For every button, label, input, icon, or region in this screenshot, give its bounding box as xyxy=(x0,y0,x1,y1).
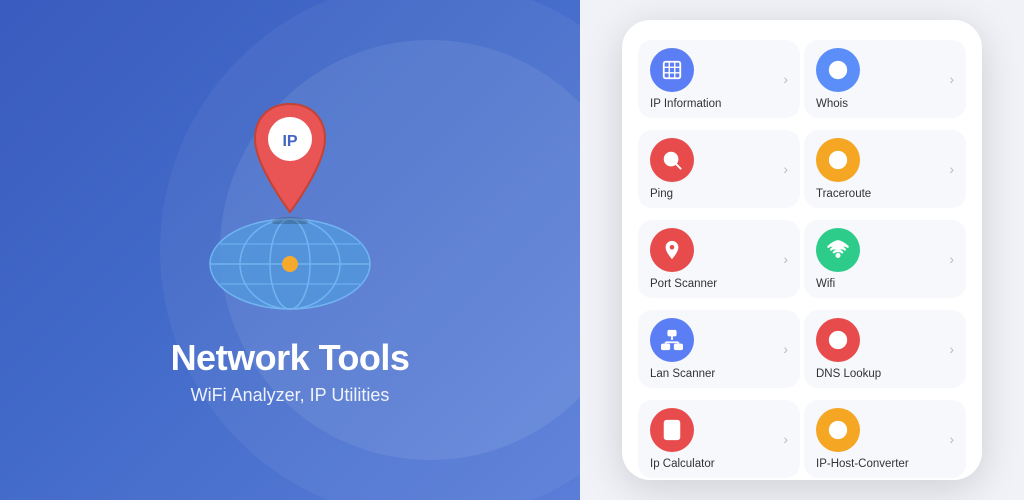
whois-chevron: › xyxy=(949,71,954,87)
ip-calculator-label: Ip Calculator xyxy=(650,458,715,470)
whois-icon xyxy=(816,48,860,92)
whois-label: Whois xyxy=(816,98,848,110)
tool-item-ip-host-converter[interactable]: IP-Host-Converter › xyxy=(804,400,966,478)
tool-item-ip-calculator[interactable]: Ip Calculator › xyxy=(638,400,800,478)
map-pin-icon: IP xyxy=(240,94,340,224)
tool-row-1: Ping › Traceroute › xyxy=(638,130,966,208)
tool-item-dns-lookup[interactable]: DNS Lookup › xyxy=(804,310,966,388)
ping-label: Ping xyxy=(650,188,673,200)
lan-scanner-icon xyxy=(650,318,694,362)
dns-lookup-icon xyxy=(816,318,860,362)
ip-information-icon xyxy=(650,48,694,92)
ping-chevron: › xyxy=(783,161,788,177)
ip-information-label: IP Information xyxy=(650,98,721,110)
tool-item-port-scanner[interactable]: Port Scanner › xyxy=(638,220,800,298)
ip-information-chevron: › xyxy=(783,71,788,87)
port-scanner-chevron: › xyxy=(783,251,788,267)
traceroute-label: Traceroute xyxy=(816,188,871,200)
ip-calculator-icon xyxy=(650,408,694,452)
lan-scanner-chevron: › xyxy=(783,341,788,357)
tool-item-ping[interactable]: Ping › xyxy=(638,130,800,208)
hero-illustration: IP xyxy=(170,94,410,314)
wifi-label: Wifi xyxy=(816,278,835,290)
ip-host-converter-icon xyxy=(816,408,860,452)
tool-row-0: IP Information › Whois › xyxy=(638,40,966,118)
tool-row-4: Ip Calculator › IP-Host-Converter › xyxy=(638,400,966,478)
port-scanner-label: Port Scanner xyxy=(650,278,717,290)
dns-lookup-label: DNS Lookup xyxy=(816,368,881,380)
ip-host-converter-chevron: › xyxy=(949,431,954,447)
svg-text:IP: IP xyxy=(282,133,297,150)
globe-icon xyxy=(190,134,390,314)
tool-item-whois[interactable]: Whois › xyxy=(804,40,966,118)
right-panel: IP Information›Whois›Ping›Traceroute›Por… xyxy=(580,0,1024,500)
app-subtitle: WiFi Analyzer, IP Utilities xyxy=(191,385,390,406)
wifi-icon xyxy=(816,228,860,272)
wifi-chevron: › xyxy=(949,251,954,267)
left-panel: IP Network Tools WiFi Analyzer, IP Utili… xyxy=(0,0,580,500)
port-scanner-icon xyxy=(650,228,694,272)
traceroute-chevron: › xyxy=(949,161,954,177)
ip-calculator-chevron: › xyxy=(783,431,788,447)
dns-lookup-chevron: › xyxy=(949,341,954,357)
app-title: Network Tools xyxy=(171,338,410,378)
tool-item-traceroute[interactable]: Traceroute › xyxy=(804,130,966,208)
tool-item-lan-scanner[interactable]: Lan Scanner › xyxy=(638,310,800,388)
ip-host-converter-label: IP-Host-Converter xyxy=(816,458,909,470)
ping-icon xyxy=(650,138,694,182)
tool-item-ip-information[interactable]: IP Information › xyxy=(638,40,800,118)
lan-scanner-label: Lan Scanner xyxy=(650,368,715,380)
tool-row-2: Port Scanner › Wifi › xyxy=(638,220,966,298)
tool-row-3: Lan Scanner › DNS Lookup › xyxy=(638,310,966,388)
tool-item-wifi[interactable]: Wifi › xyxy=(804,220,966,298)
phone-mockup: IP Information›Whois›Ping›Traceroute›Por… xyxy=(622,20,982,480)
traceroute-icon xyxy=(816,138,860,182)
